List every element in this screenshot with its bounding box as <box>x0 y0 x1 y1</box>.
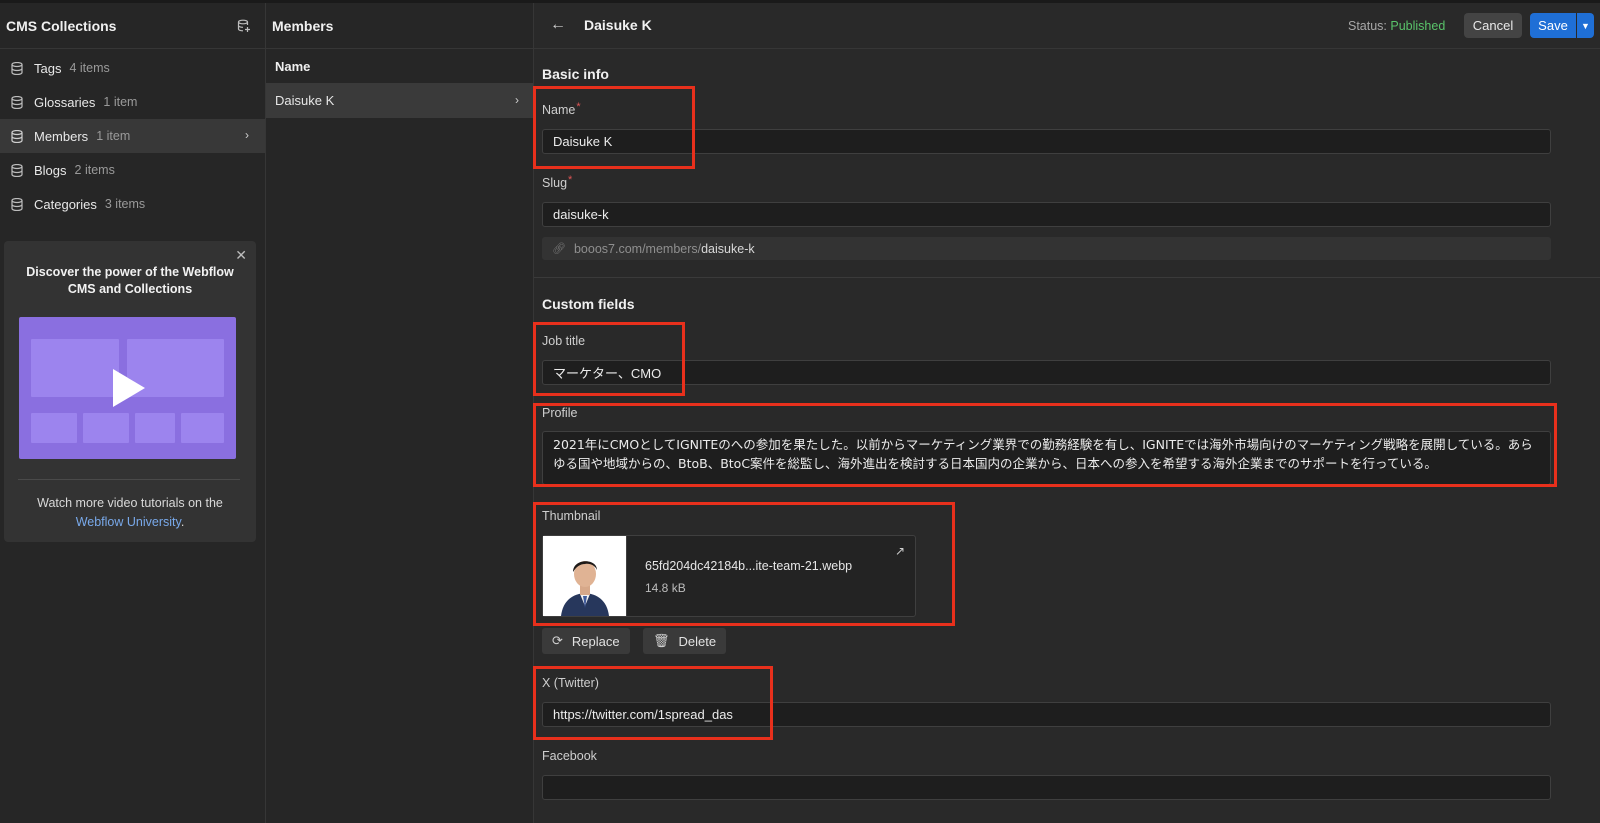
item-name: Daisuke K <box>275 93 335 108</box>
external-link-icon[interactable]: ↗ <box>895 544 905 558</box>
thumbnail-image[interactable] <box>543 536 627 616</box>
url-base: booos7.com/members/ <box>573 241 702 256</box>
slug-field[interactable]: daisuke-k <box>542 202 1551 227</box>
database-icon <box>10 95 24 109</box>
basic-info-title: Basic info <box>542 66 609 82</box>
status-text: Status: Published <box>1348 19 1445 33</box>
url-slug: daisuke-k <box>701 241 755 256</box>
play-icon <box>113 369 145 407</box>
chevron-down-icon[interactable]: ▼ <box>1577 13 1594 38</box>
name-column-header[interactable]: Name <box>266 49 533 83</box>
video-panel <box>83 413 129 443</box>
name-field-label: Name* <box>542 101 581 117</box>
promo-footer-text: Watch more video tutorials on the <box>37 496 223 510</box>
name-label-text: Name <box>542 103 576 117</box>
item-editor: ← Daisuke K Status: Published Cancel Sav… <box>534 3 1600 823</box>
replace-icon: ⟳ <box>552 633 563 648</box>
twitter-field[interactable]: https://twitter.com/1spread_das <box>542 702 1551 727</box>
item-title: Daisuke K <box>584 17 652 33</box>
video-panel <box>31 413 77 443</box>
collection-count: 3 items <box>104 197 146 211</box>
promo-footer: Watch more video tutorials on the Webflo… <box>18 494 242 532</box>
cms-promo-card: ✕ Discover the power of the Webflow CMS … <box>4 241 256 542</box>
cms-app: CMS Collections Tags 4 items Glossaries … <box>0 0 1600 823</box>
collection-name: Blogs <box>34 162 67 178</box>
chevron-right-icon: › <box>245 128 249 142</box>
collection-count: 1 item <box>103 95 138 109</box>
trash-icon: 🗑︎ <box>653 633 670 648</box>
cms-collections-sidebar: CMS Collections Tags 4 items Glossaries … <box>0 3 266 823</box>
editor-header: ← Daisuke K Status: Published Cancel Sav… <box>534 3 1600 49</box>
collection-count: 2 items <box>74 163 115 177</box>
database-icon <box>10 197 24 211</box>
thumbnail-filesize: 14.8 kB <box>645 581 686 595</box>
cancel-button[interactable]: Cancel <box>1464 13 1522 38</box>
delete-label: Delete <box>678 633 717 649</box>
replace-label: Replace <box>571 633 620 649</box>
thumbnail-filename: 65fd204dc42184b...ite-team-21.webp <box>645 559 853 573</box>
back-arrow-icon[interactable]: ← <box>548 15 568 35</box>
save-button[interactable]: Save <box>1530 13 1576 38</box>
promo-divider <box>18 479 240 480</box>
facebook-field-label: Facebook <box>542 749 597 763</box>
collection-name: Glossaries <box>34 94 96 110</box>
facebook-field[interactable] <box>542 775 1551 800</box>
sidebar-header: CMS Collections <box>0 3 265 49</box>
collection-item-tags[interactable]: Tags 4 items <box>0 51 265 85</box>
required-marker: * <box>568 174 573 186</box>
collection-items-panel: Members Name Daisuke K › <box>266 3 534 823</box>
replace-button[interactable]: ⟳ Replace <box>542 628 630 654</box>
add-collection-icon[interactable] <box>233 15 255 37</box>
profile-field[interactable]: 2021年にCMOとしてIGNITEのへの参加を果たした。以前からマーケティング… <box>542 431 1551 485</box>
promo-video-thumbnail[interactable] <box>19 317 236 459</box>
link-icon: 🔗︎ <box>552 243 566 255</box>
thumbnail-card: 65fd204dc42184b...ite-team-21.webp 14.8 … <box>542 535 916 617</box>
profile-field-label: Profile <box>542 406 578 420</box>
collection-item-blogs[interactable]: Blogs 2 items <box>0 153 265 187</box>
collection-item-members[interactable]: Members 1 item › <box>0 119 265 153</box>
items-panel-header: Members <box>266 3 533 49</box>
url-preview: 🔗︎ booos7.com/members/daisuke-k <box>542 237 1551 260</box>
job-title-field-label: Job title <box>542 334 586 348</box>
chevron-right-icon: › <box>515 93 519 107</box>
promo-footer-period: . <box>180 515 185 529</box>
collection-name: Members <box>34 128 89 144</box>
collection-name: Tags <box>34 60 62 76</box>
database-icon <box>10 129 24 143</box>
status-badge: Published <box>1390 19 1446 33</box>
sidebar-title: CMS Collections <box>6 17 117 34</box>
close-icon[interactable]: ✕ <box>235 247 247 264</box>
status-label: Status: <box>1348 19 1391 33</box>
list-item[interactable]: Daisuke K › <box>266 83 533 118</box>
items-panel-title: Members <box>272 17 334 34</box>
video-panel <box>181 413 224 443</box>
database-icon <box>10 61 24 75</box>
job-title-field[interactable]: マーケター、CMO <box>542 360 1551 385</box>
collection-name: Categories <box>34 196 97 212</box>
collection-count: 4 items <box>69 61 110 75</box>
slug-field-label: Slug* <box>542 174 573 190</box>
collection-list: Tags 4 items Glossaries 1 item Members 1… <box>0 49 265 221</box>
video-panel <box>31 339 119 397</box>
delete-button[interactable]: 🗑︎ Delete <box>643 628 727 654</box>
webflow-university-link[interactable]: Webflow University <box>76 515 181 529</box>
custom-fields-title: Custom fields <box>542 296 635 312</box>
video-panel <box>135 413 175 443</box>
collection-item-categories[interactable]: Categories 3 items <box>0 187 265 221</box>
twitter-field-label: X (Twitter) <box>542 676 599 690</box>
name-field[interactable]: Daisuke K <box>542 129 1551 154</box>
promo-title: Discover the power of the Webflow CMS an… <box>26 265 234 296</box>
slug-label-text: Slug <box>542 176 568 190</box>
collection-count: 1 item <box>96 129 131 143</box>
thumbnail-field-label: Thumbnail <box>542 509 601 523</box>
section-divider <box>534 277 1600 278</box>
required-marker: * <box>576 101 581 113</box>
database-icon <box>10 163 24 177</box>
collection-item-glossaries[interactable]: Glossaries 1 item <box>0 85 265 119</box>
